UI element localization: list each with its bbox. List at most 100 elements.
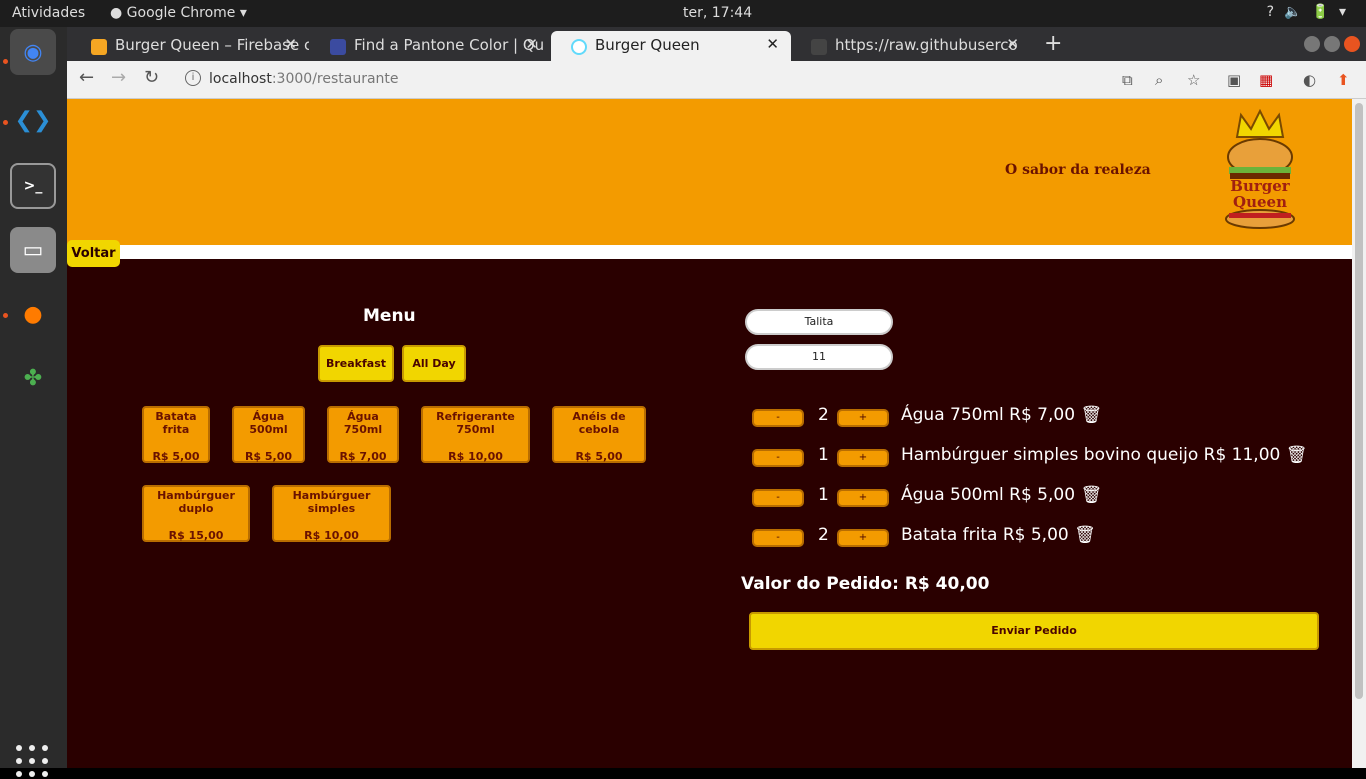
menu-item[interactable]: Água 500ml R$ 5,00: [232, 406, 305, 463]
menu-item-price: R$ 5,00: [244, 450, 293, 463]
zoom-icon[interactable]: ⌕: [1155, 71, 1163, 89]
react-favicon-icon: [571, 39, 587, 55]
menu-item-name: Água 750ml: [343, 410, 383, 436]
chrome-dock-icon[interactable]: ◉: [10, 29, 56, 75]
menu-item[interactable]: Água 750ml R$ 7,00: [327, 406, 399, 463]
order-item-qty: 1: [818, 485, 829, 505]
tab-burger-queen[interactable]: Burger Queen ✕: [551, 31, 791, 61]
menu-item-price: R$ 5,00: [152, 450, 200, 463]
order-item-qty: 2: [818, 525, 829, 545]
menu-item[interactable]: Batata frita R$ 5,00: [142, 406, 210, 463]
clock[interactable]: ter, 17:44: [683, 5, 752, 21]
close-tab-icon[interactable]: ✕: [766, 35, 779, 53]
menu-item-name: Água 500ml: [249, 410, 288, 436]
close-window-icon[interactable]: [1344, 36, 1360, 52]
order-total: Valor do Pedido: R$ 40,00: [741, 574, 990, 594]
scrollbar-thumb[interactable]: [1355, 103, 1363, 699]
order-item-label[interactable]: Batata frita R$ 5,00 🗑: [901, 525, 1096, 545]
extension-icon[interactable]: ▣: [1227, 71, 1241, 89]
browser-chrome: Burger Queen – Firebase c ✕ Find a Panto…: [67, 27, 1366, 99]
menu-item[interactable]: Hambúrguer duplo R$ 15,00: [142, 485, 250, 542]
dock: ◉ ❮❯ >_ ▭ ● ✤: [0, 27, 67, 777]
menu-item-name: Hambúrguer duplo: [157, 489, 235, 515]
page-scrollbar[interactable]: [1352, 99, 1366, 768]
running-indicator: [3, 313, 8, 318]
increase-button[interactable]: +: [837, 529, 889, 547]
app-name: Google Chrome: [126, 5, 236, 21]
decrease-button[interactable]: -: [752, 529, 804, 547]
order-item-label[interactable]: Hambúrguer simples bovino queijo R$ 11,0…: [901, 445, 1307, 465]
app-header: O sabor da realeza Burger Queen: [67, 99, 1352, 245]
tab-strip: Burger Queen – Firebase c ✕ Find a Panto…: [67, 27, 1366, 61]
tab-title: Burger Queen: [595, 36, 700, 54]
logo-text-queen: Queen: [1233, 193, 1287, 211]
order-item-label[interactable]: Água 500ml R$ 5,00 🗑: [901, 485, 1102, 505]
tab-pantone[interactable]: Find a Pantone Color | Qu ✕: [310, 31, 550, 61]
firefox-dock-icon[interactable]: ●: [10, 291, 56, 337]
update-icon[interactable]: ⬆: [1337, 71, 1350, 89]
site-info-icon[interactable]: i: [185, 70, 201, 86]
menu-title: Menu: [363, 306, 416, 326]
slogan: O sabor da realeza: [1005, 162, 1151, 178]
tab-title: https://raw.githubuserco: [835, 36, 1018, 54]
order-item-label[interactable]: Água 750ml R$ 7,00 🗑: [901, 405, 1102, 425]
minimize-window-icon[interactable]: [1304, 36, 1320, 52]
running-indicator: [3, 59, 8, 64]
back-button[interactable]: Voltar: [67, 240, 120, 267]
terminal-dock-icon[interactable]: >_: [10, 163, 56, 209]
reload-icon[interactable]: ↻: [144, 67, 159, 88]
menu-item-name: Refrigerante 750ml: [436, 410, 515, 436]
increase-button[interactable]: +: [837, 449, 889, 467]
menu-item[interactable]: Anéis de cebola R$ 5,00: [552, 406, 646, 463]
bookmark-star-icon[interactable]: ☆: [1187, 71, 1200, 89]
decrease-button[interactable]: -: [752, 449, 804, 467]
close-tab-icon[interactable]: ✕: [284, 35, 297, 53]
menu-item-name: Hambúrguer simples: [292, 489, 371, 515]
close-tab-icon[interactable]: ✕: [525, 35, 538, 53]
header-divider: [67, 245, 1352, 259]
menu-item[interactable]: Refrigerante 750ml R$ 10,00: [421, 406, 530, 463]
app-menu[interactable]: ● Google Chrome ▾: [110, 5, 247, 21]
breakfast-button[interactable]: Breakfast: [318, 345, 394, 382]
back-icon[interactable]: ←: [79, 67, 94, 88]
tab-title: Find a Pantone Color | Qu: [354, 36, 545, 54]
extension-2-icon[interactable]: ▦: [1259, 71, 1273, 89]
increase-button[interactable]: +: [837, 489, 889, 507]
menu-item-price: R$ 10,00: [304, 529, 359, 542]
decrease-button[interactable]: -: [752, 409, 804, 427]
tab-title: Burger Queen – Firebase c: [115, 36, 309, 54]
pantone-favicon-icon: [330, 39, 346, 55]
system-tray[interactable]: ?🔈🔋▾: [1267, 4, 1356, 20]
menu-item-price: R$ 5,00: [575, 450, 623, 463]
client-name-input[interactable]: Talita: [745, 309, 893, 335]
tab-github-raw[interactable]: https://raw.githubuserco ✕: [791, 31, 1031, 61]
new-tab-icon[interactable]: +: [1044, 31, 1062, 56]
profile-avatar-icon[interactable]: ◐: [1303, 71, 1316, 89]
running-indicator: [3, 120, 8, 125]
close-tab-icon[interactable]: ✕: [1006, 35, 1019, 53]
clover-dock-icon[interactable]: ✤: [10, 355, 56, 401]
decrease-button[interactable]: -: [752, 489, 804, 507]
menu-item[interactable]: Hambúrguer simples R$ 10,00: [272, 485, 391, 542]
files-dock-icon[interactable]: ▭: [10, 227, 56, 273]
tab-firebase[interactable]: Burger Queen – Firebase c ✕: [71, 31, 309, 61]
show-applications-icon[interactable]: [16, 745, 50, 779]
send-order-button[interactable]: Enviar Pedido: [749, 612, 1319, 650]
table-number-input[interactable]: 11: [745, 344, 893, 370]
translate-icon[interactable]: ⧉: [1122, 71, 1133, 89]
url-path: :3000/restaurante: [271, 71, 399, 87]
forward-icon[interactable]: →: [111, 67, 126, 88]
menu-item-price: R$ 7,00: [339, 450, 387, 463]
browser-toolbar: ← → ↻ i localhost:3000/restaurante ⧉ ⌕ ☆…: [67, 61, 1366, 99]
address-bar[interactable]: i localhost:3000/restaurante: [177, 64, 1227, 95]
system-top-bar: Atividades ● Google Chrome ▾ ter, 17:44 …: [0, 0, 1366, 27]
all-day-button[interactable]: All Day: [402, 345, 466, 382]
menu-item-name: Batata frita: [155, 410, 197, 436]
maximize-window-icon[interactable]: [1324, 36, 1340, 52]
increase-button[interactable]: +: [837, 409, 889, 427]
vscode-dock-icon[interactable]: ❮❯: [10, 97, 56, 143]
firebase-favicon-icon: [91, 39, 107, 55]
activities-button[interactable]: Atividades: [12, 5, 85, 21]
order-item-qty: 1: [818, 445, 829, 465]
menu-item-price: R$ 10,00: [448, 450, 503, 463]
